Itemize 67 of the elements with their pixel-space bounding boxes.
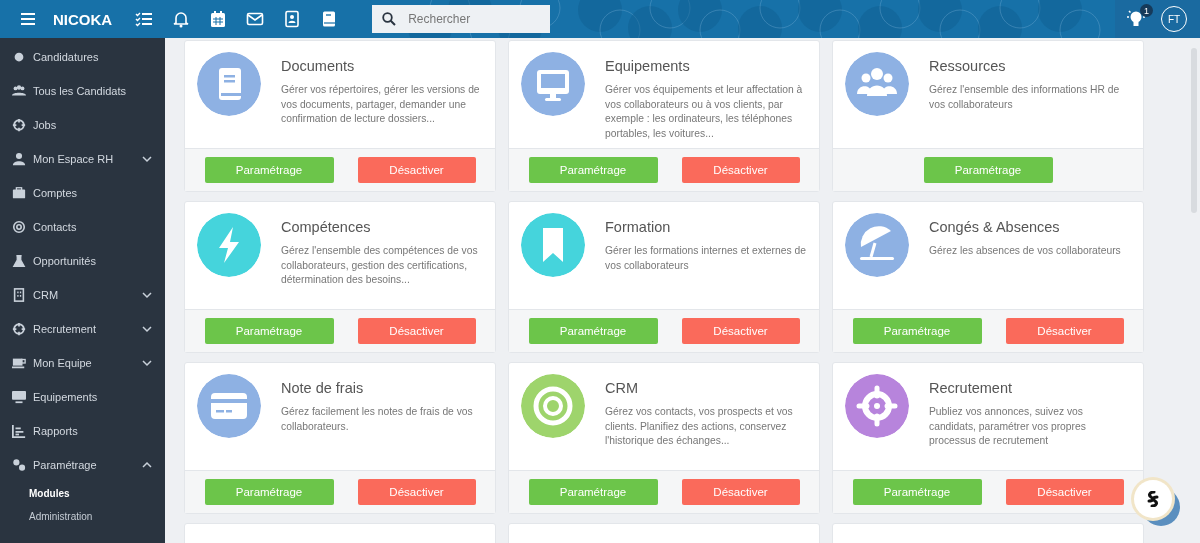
deactivate-button[interactable]: Désactiver	[1005, 479, 1124, 505]
mail-icon[interactable]	[246, 10, 265, 28]
chevron-icon	[141, 289, 153, 301]
flask-icon	[12, 254, 26, 268]
module-description: Gérez l'ensemble des informations HR de vos collaborateurs	[929, 83, 1121, 112]
target-icon	[12, 322, 26, 336]
module-description: Gérez les absences de vos collaborateurs	[929, 244, 1121, 258]
module-description: Gérez l'ensemble des compétences de vos collaborateurs, gestion des certifications, détermination des besoins...	[281, 244, 479, 287]
chevron-icon	[141, 323, 153, 335]
chart-icon	[12, 424, 26, 438]
deactivate-button[interactable]: Désactiver	[681, 157, 800, 183]
module-description: Gérer les formations internes et externes de vos collaborateurs	[605, 244, 807, 273]
building-icon	[12, 288, 26, 302]
module-description: Gérez vos contacts, vos prospects et vos clients. Planifiez des actions, conservez l'historique des échanges...	[605, 405, 794, 448]
search-field[interactable]: Rechercher	[372, 5, 551, 33]
deactivate-button[interactable]: Désactiver	[681, 318, 800, 344]
sidebar-item[interactable]: Opportunités	[0, 244, 165, 278]
calendar-icon[interactable]	[209, 10, 228, 28]
bell-icon[interactable]	[172, 10, 191, 28]
sidebar-item[interactable]: CRM	[0, 278, 165, 312]
submenu-item[interactable]: Modules	[0, 482, 165, 505]
chevron-icon	[141, 153, 153, 165]
module-title: Congés & Absences	[929, 219, 1061, 235]
module-title: Ressources	[929, 58, 1007, 74]
module-title: Recrutement	[929, 380, 1013, 396]
sidebar-item[interactable]: Rapports	[0, 414, 165, 448]
module-description: Gérer vos équipements et leur affectation à vos collaborateurs ou à vos clients, par exemple : les ordinateurs, les téléphones portables, les voitures...	[605, 83, 804, 141]
module-title: Documents	[281, 58, 356, 74]
sidebar-item[interactable]: Candidatures	[0, 40, 165, 74]
module-title: CRM	[605, 380, 640, 396]
submenu-item[interactable]: Administration	[0, 505, 165, 528]
module-description: Publiez vos annonces, suivez vos candidats, paramétrer vos propres processus de recrutement	[929, 405, 1087, 448]
sidebar-item[interactable]: Mon Equipe	[0, 346, 165, 380]
module-title: Formation	[605, 219, 672, 235]
module-description: Gérez facilement les notes de frais de vos collaborateurs.	[281, 405, 474, 434]
module-title: Equipements	[605, 58, 691, 74]
contacts-icon[interactable]	[283, 10, 302, 28]
cup-icon	[12, 356, 26, 370]
module-description: Gérer vos répertoires, gérer les versions de vos documents, partager, demander une confirmation de lecture dossiers...	[281, 83, 481, 126]
deactivate-button[interactable]: Désactiver	[1005, 318, 1124, 344]
ring-icon	[12, 220, 26, 234]
monitor-icon	[12, 390, 26, 404]
user-icon	[12, 152, 26, 166]
chevron-icon	[141, 357, 153, 369]
sidebar-item[interactable]: Mon Espace RH	[0, 142, 165, 176]
deactivate-button[interactable]: Désactiver	[681, 479, 800, 505]
chat-icon	[1145, 491, 1161, 507]
sidebar-item[interactable]: Contacts	[0, 210, 165, 244]
deactivate-button[interactable]: Désactiver	[357, 479, 476, 505]
sidebar-item[interactable]: Equipements	[0, 380, 165, 414]
briefcase-icon	[12, 186, 26, 200]
search-icon	[382, 12, 397, 26]
sidebar-item[interactable]: Paramétrage	[0, 448, 165, 482]
users-icon	[12, 84, 26, 98]
sidebar-item[interactable]: Recrutement	[0, 312, 165, 346]
target-icon	[12, 118, 26, 132]
deactivate-button[interactable]: Désactiver	[357, 318, 476, 344]
brand-name[interactable]: NICOKA	[53, 10, 113, 28]
deactivate-button[interactable]: Désactiver	[357, 157, 476, 183]
module-title: Note de frais	[281, 380, 365, 396]
menu-icon[interactable]	[19, 10, 37, 28]
notification-badge: 1	[1140, 4, 1153, 17]
sidebar-item[interactable]: Jobs	[0, 108, 165, 142]
checklist-icon[interactable]	[135, 10, 154, 28]
module-title: Compétences	[281, 219, 372, 235]
sidebar-item[interactable]: Comptes	[0, 176, 165, 210]
sidebar-item[interactable]: Tous les Candidats	[0, 74, 165, 108]
